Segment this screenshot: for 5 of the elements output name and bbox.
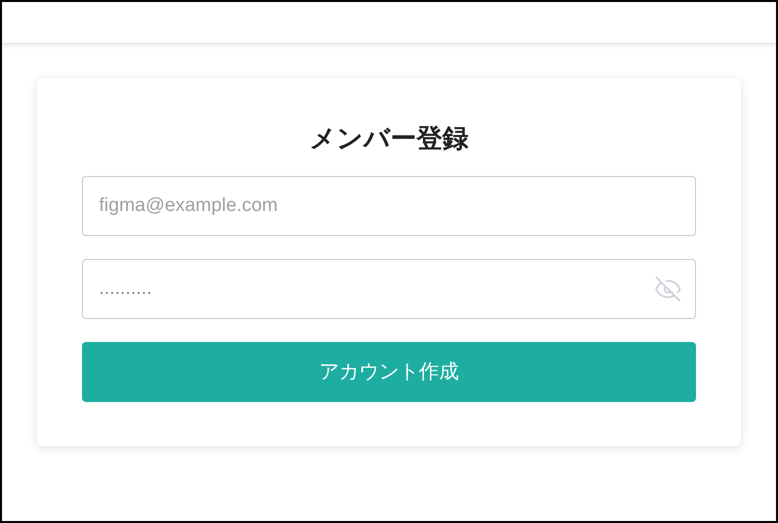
email-field[interactable]: figma@example.com bbox=[82, 176, 696, 236]
form-title: メンバー登録 bbox=[310, 122, 468, 154]
create-account-button[interactable]: アカウント作成 bbox=[82, 342, 696, 402]
eye-off-icon[interactable] bbox=[654, 275, 682, 303]
password-field[interactable]: .......... bbox=[82, 259, 696, 319]
